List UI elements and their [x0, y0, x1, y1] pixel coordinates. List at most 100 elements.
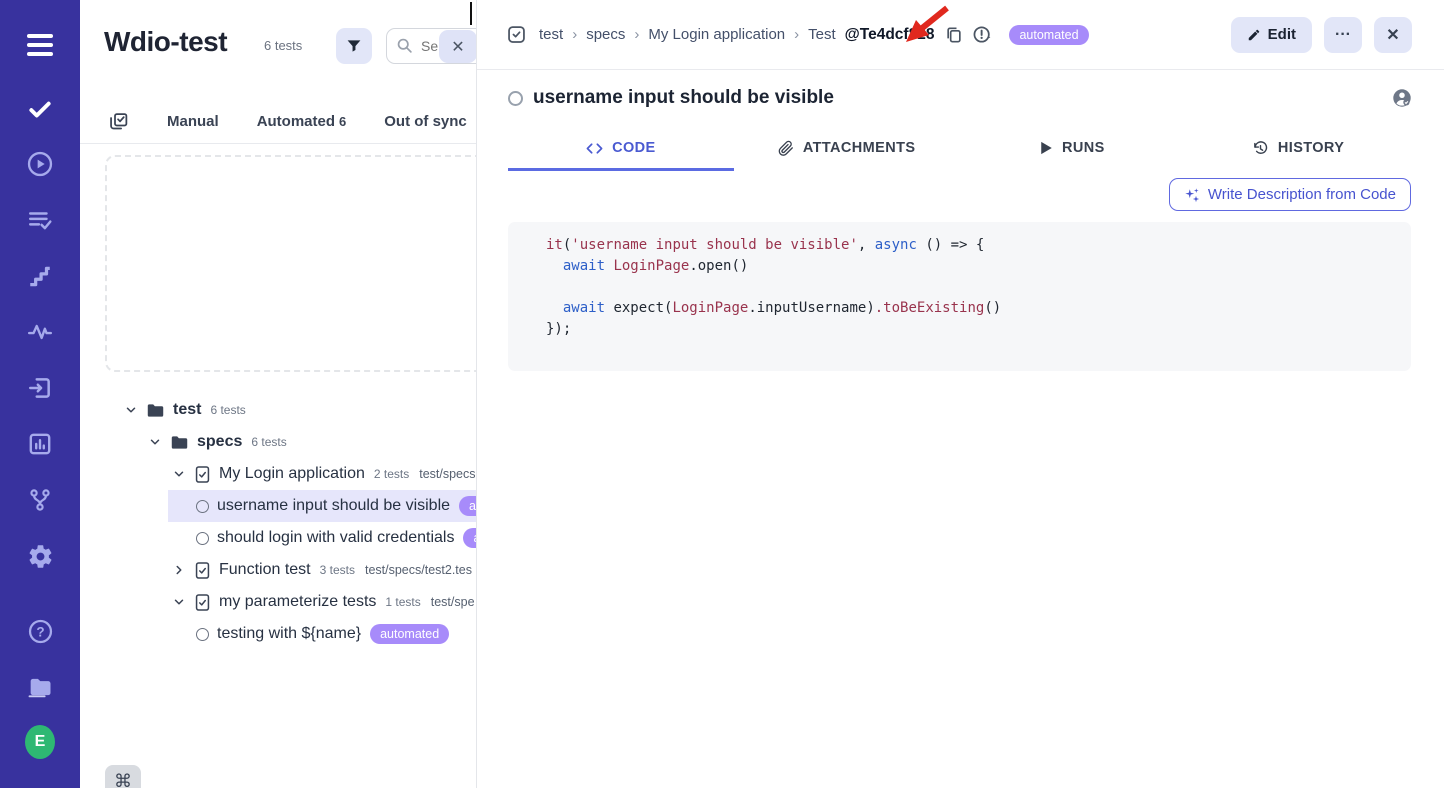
- tree-item-count: 2 tests: [374, 467, 409, 481]
- tree-item-my-login-application[interactable]: My Login application 2 tests test/specs: [80, 458, 476, 490]
- test-plans-icon[interactable]: [25, 205, 55, 235]
- chevron-down-icon[interactable]: [124, 403, 140, 417]
- play-icon: [1040, 141, 1053, 155]
- pulse-icon[interactable]: [25, 317, 55, 347]
- code-line: });: [546, 319, 1391, 340]
- user-avatar[interactable]: E: [25, 727, 55, 757]
- tab-history[interactable]: HISTORY: [1185, 128, 1411, 171]
- more-button[interactable]: ···: [1324, 17, 1362, 53]
- steps-icon[interactable]: [25, 261, 55, 291]
- select-all-icon[interactable]: [108, 111, 129, 132]
- code-line: await LoginPage.open(): [546, 256, 1391, 277]
- tree-item-function-test[interactable]: Function test 3 tests test/specs/test2.tes: [80, 554, 476, 586]
- menu-icon[interactable]: [25, 30, 55, 60]
- branches-icon[interactable]: [25, 485, 55, 515]
- breadcrumb-test-label: Test: [808, 26, 836, 43]
- tree-item-label: my parameterize tests: [219, 593, 376, 611]
- clear-search-button[interactable]: ✕: [439, 30, 477, 63]
- tree-item-count: 3 tests: [320, 563, 355, 577]
- breadcrumb-suite[interactable]: My Login application: [648, 26, 785, 43]
- test-detail-panel: test › specs › My Login application › Te…: [477, 0, 1444, 788]
- test-title: username input should be visible: [533, 87, 834, 109]
- tab-manual[interactable]: Manual: [167, 113, 219, 130]
- test-filter-tabs: Manual Automated6 Out of sync: [80, 100, 476, 144]
- search-icon: [396, 37, 413, 54]
- tree-item-test[interactable]: test6 tests: [80, 394, 476, 426]
- tree-item-label: test: [173, 401, 201, 419]
- app-sidebar: ? E: [0, 0, 80, 788]
- assignee-icon[interactable]: [1391, 87, 1413, 109]
- tree-item-path: test/specs/test2.tes: [365, 563, 472, 577]
- code-icon: [586, 141, 603, 156]
- automated-badge: automated: [1009, 25, 1088, 45]
- command-shortcut-button[interactable]: ⌘: [105, 765, 141, 788]
- projects-icon[interactable]: [25, 672, 55, 702]
- tree-item-label: username input should be visible: [217, 497, 450, 515]
- tree-item-label: should login with valid credentials: [217, 529, 454, 547]
- edit-button[interactable]: Edit: [1231, 17, 1312, 53]
- file-icon: [194, 561, 211, 580]
- circle-icon: [196, 628, 209, 641]
- breadcrumb-test[interactable]: test: [539, 26, 563, 43]
- tree-item-testing-with-name[interactable]: testing with ${name}automated: [80, 618, 476, 650]
- code-block: it('username input should be visible', a…: [508, 222, 1411, 371]
- test-title-row: username input should be visible: [508, 83, 1413, 113]
- test-tree: test6 tests specs 6 tests My Login applicat…: [80, 394, 476, 650]
- filter-button[interactable]: [336, 28, 372, 64]
- funnel-icon: [346, 38, 362, 54]
- analytics-icon[interactable]: [25, 429, 55, 459]
- svg-text:?: ?: [36, 624, 44, 639]
- sparkles-icon: [1184, 187, 1200, 203]
- file-icon: [194, 593, 211, 612]
- tree-item-specs[interactable]: specs 6 tests: [80, 426, 476, 458]
- help-icon[interactable]: ?: [25, 616, 55, 646]
- tree-item-label: specs: [197, 433, 242, 451]
- test-id: @Te4dcf828: [845, 26, 935, 44]
- tree-item-username-input-should-be-visible[interactable]: username input should be visible automate…: [80, 490, 476, 522]
- tree-item-label: Function test: [219, 561, 311, 579]
- tree-item-my-parameterize-tests[interactable]: my parameterize tests 1 tests test/spe: [80, 586, 476, 618]
- runs-icon[interactable]: [25, 149, 55, 179]
- tree-item-path: test/specs: [419, 467, 475, 481]
- tree-item-label: testing with ${name}: [217, 625, 361, 643]
- copy-id-icon[interactable]: [944, 25, 964, 45]
- code-line: it('username input should be visible', a…: [546, 235, 1391, 256]
- tree-item-count: 1 tests: [385, 595, 420, 609]
- detail-tabs: CODE ATTACHMENTS RUNS HISTORY: [508, 128, 1411, 171]
- import-icon[interactable]: [25, 373, 55, 403]
- tree-item-count: 6 tests: [251, 435, 286, 449]
- test-file-icon: [506, 24, 527, 45]
- tab-attachments[interactable]: ATTACHMENTS: [734, 128, 960, 171]
- breadcrumb: test › specs › My Login application › Te…: [539, 26, 934, 44]
- history-icon: [1252, 140, 1269, 157]
- sync-status-icon[interactable]: [972, 24, 993, 45]
- avatar-letter: E: [25, 725, 55, 759]
- circle-icon: [196, 500, 209, 513]
- paperclip-icon: [778, 140, 794, 157]
- close-button[interactable]: ✕: [1374, 17, 1412, 53]
- project-tests-count: 6 tests: [264, 38, 302, 53]
- project-title: Wdio-test: [104, 26, 227, 58]
- tab-automated[interactable]: Automated6: [257, 113, 347, 130]
- tests-icon[interactable]: [25, 94, 55, 124]
- drag-drop-zone: [105, 155, 477, 372]
- settings-icon[interactable]: [25, 541, 55, 571]
- tab-runs[interactable]: RUNS: [960, 128, 1186, 171]
- test-status-circle-icon: [508, 91, 523, 106]
- tab-code[interactable]: CODE: [508, 128, 734, 171]
- tab-out-of-sync[interactable]: Out of sync: [384, 113, 467, 130]
- automated-badge: automated: [463, 528, 477, 548]
- write-description-button[interactable]: Write Description from Code: [1169, 178, 1411, 211]
- chevron-right-icon[interactable]: [172, 563, 188, 577]
- chevron-down-icon[interactable]: [172, 467, 188, 481]
- tree-item-label: My Login application: [219, 465, 365, 483]
- project-panel: Wdio-test 6 tests ✕ Manual Automated6 Ou…: [80, 0, 477, 788]
- tree-item-path: test/spe: [431, 595, 475, 609]
- code-line: [546, 277, 1391, 298]
- code-line: await expect(LoginPage.inputUsername).to…: [546, 298, 1391, 319]
- breadcrumb-specs[interactable]: specs: [586, 26, 625, 43]
- chevron-down-icon[interactable]: [148, 435, 164, 449]
- tree-item-should-login-with-valid-credentials[interactable]: should login with valid credentials autom…: [80, 522, 476, 554]
- automated-badge: automated: [459, 496, 477, 516]
- chevron-down-icon[interactable]: [172, 595, 188, 609]
